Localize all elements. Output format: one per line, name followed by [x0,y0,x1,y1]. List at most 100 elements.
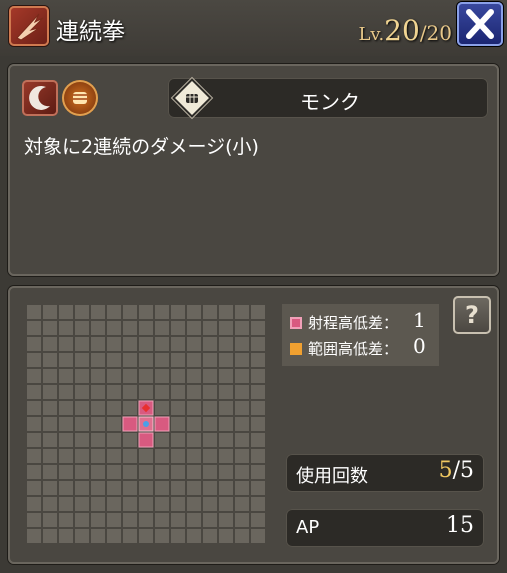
grid-cell [43,401,57,415]
grid-cell [139,353,153,367]
grid-cell [75,481,89,495]
grid-cell [123,321,137,335]
grid-cell [91,513,105,527]
grid-cell [235,465,249,479]
grid-cell [123,497,137,511]
grid-cell [27,465,41,479]
grid-cell [107,417,121,431]
grid-cell [203,513,217,527]
area-cell [122,416,138,432]
area-cell [154,416,170,432]
grid-cell [43,337,57,351]
grid-cell [219,465,233,479]
grid-cell [59,513,73,527]
grid-cell [139,481,153,495]
close-button[interactable] [457,2,503,46]
fist-icon [175,81,209,115]
job-name: モンク [300,90,360,114]
grid-cell [235,417,249,431]
grid-cell [59,465,73,479]
grid-cell [155,353,169,367]
grid-cell [107,385,121,399]
height-diff-legend: 射程高低差： 1 範囲高低差： 0 [282,304,439,366]
grid-cell [75,417,89,431]
grid-cell [235,449,249,463]
grid-cell [251,465,265,479]
grid-cell [43,385,57,399]
grid-cell [107,353,121,367]
grid-cell [27,433,41,447]
grid-cell [219,481,233,495]
grid-cell [235,353,249,367]
grid-cell [43,321,57,335]
grid-cell [235,433,249,447]
orange-swatch-icon [290,343,302,355]
grid-cell [219,369,233,383]
grid-cell [91,417,105,431]
help-button[interactable]: ? [453,296,491,334]
grid-cell [123,481,137,495]
grid-cell [75,385,89,399]
grid-cell [171,401,185,415]
grid-cell [171,481,185,495]
grid-cell [203,449,217,463]
grid-cell [43,529,57,543]
level-current: 20 [384,14,420,47]
grid-cell [251,481,265,495]
grid-cell [251,385,265,399]
grid-cell [203,369,217,383]
grid-cell [171,449,185,463]
grid-cell [75,513,89,527]
grid-cell [155,513,169,527]
grid-cell [171,497,185,511]
grid-cell [219,497,233,511]
skill-description: 対象に2連続のダメージ(小) [24,136,259,158]
grid-cell [91,385,105,399]
grid-cell [219,513,233,527]
grid-cell [75,337,89,351]
grid-cell [139,497,153,511]
grid-cell [43,369,57,383]
grid-cell [75,497,89,511]
grid-cell [251,353,265,367]
grid-cell [123,305,137,319]
grid-cell [235,513,249,527]
grid-cell [123,513,137,527]
grid-cell [139,337,153,351]
grid-cell [27,497,41,511]
grid-cell [139,449,153,463]
grid-cell [107,481,121,495]
grid-cell [43,449,57,463]
grid-cell [219,305,233,319]
grid-cell [251,513,265,527]
grid-cell [219,385,233,399]
grid-cell [155,481,169,495]
grid-cell [187,433,201,447]
grid-cell [155,305,169,319]
grid-cell [203,417,217,431]
grid-cell [91,321,105,335]
skill-level: Lv.20/20 [358,14,452,47]
grid-cell [107,497,121,511]
grid-cell [123,353,137,367]
grid-cell [75,465,89,479]
grid-cell [155,449,169,463]
grid-cell [43,433,57,447]
grid-cell [59,449,73,463]
question-book-icon: ? [465,301,479,329]
grid-cell [123,401,137,415]
grid-cell [59,305,73,319]
grid-cell [27,481,41,495]
grid-cell [59,433,73,447]
grid-cell [203,321,217,335]
grid-cell [251,497,265,511]
grid-cell [171,385,185,399]
grid-cell [107,305,121,319]
grid-cell [155,337,169,351]
grid-cell [219,353,233,367]
uses-count-box: 使用回数 5/5 [286,454,484,492]
grid-cell [123,449,137,463]
grid-cell [91,465,105,479]
grid-cell [203,353,217,367]
center-dot-icon [143,421,149,427]
